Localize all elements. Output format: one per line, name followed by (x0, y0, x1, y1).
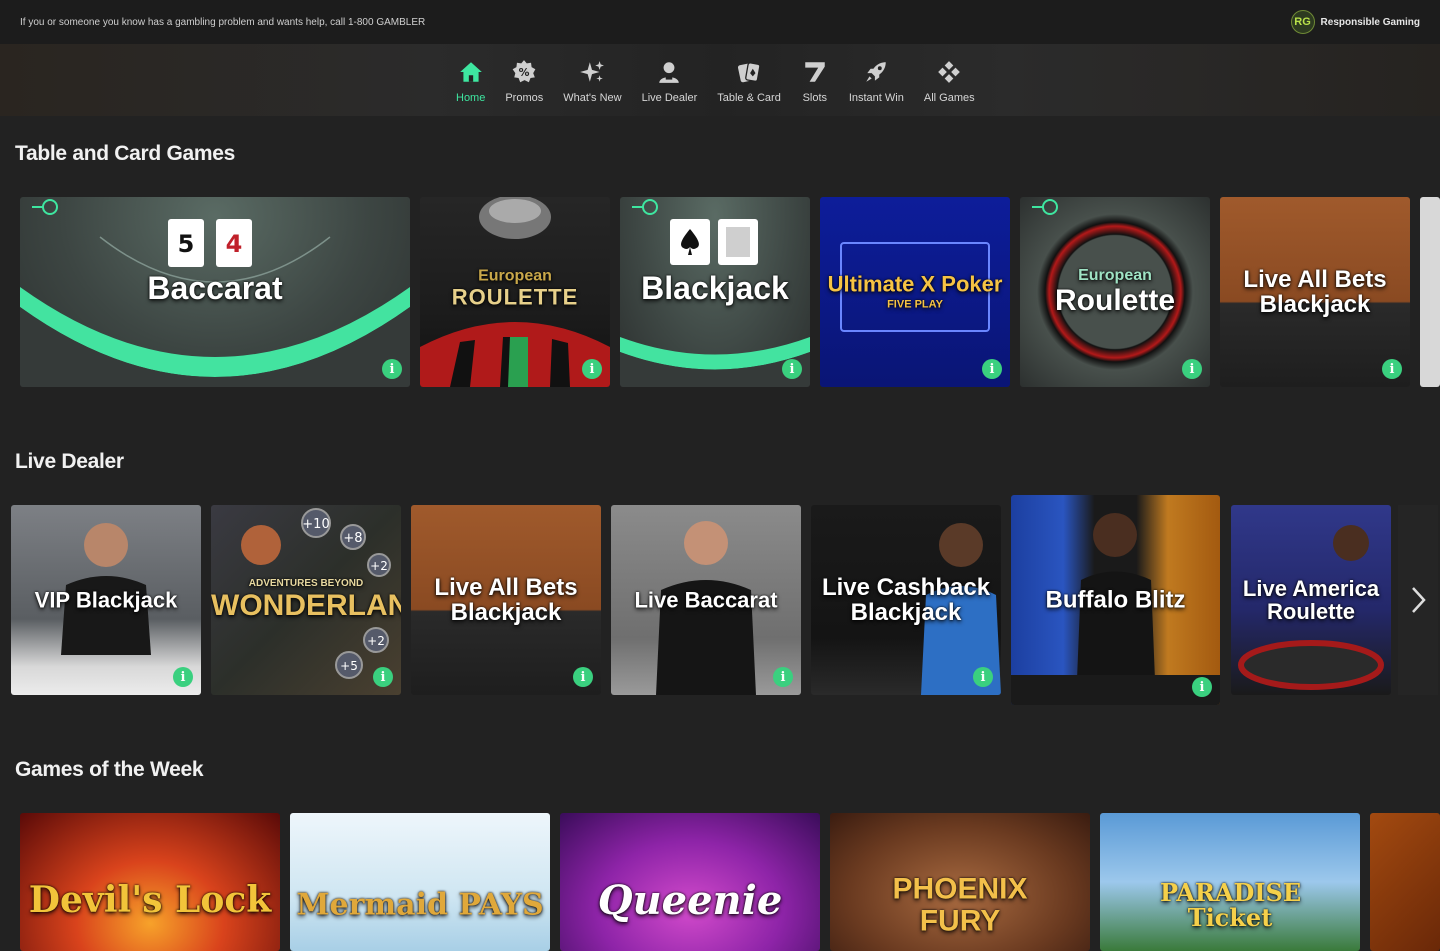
game-tile-partial-2[interactable] (1370, 813, 1440, 951)
info-icon[interactable]: i (173, 667, 193, 687)
category-nav: Home % Promos What's New Live Dealer Tab… (446, 58, 985, 110)
game-title: VIP Blackjack (34, 587, 178, 613)
jackpot-icon (32, 199, 58, 215)
info-icon[interactable]: i (1382, 359, 1402, 379)
game-tile-live-baccarat[interactable]: Live Baccarat i (611, 505, 801, 695)
nav-item-all-games[interactable]: All Games (914, 58, 985, 110)
game-title: Queenie (597, 877, 783, 924)
game-tile-partial[interactable] (1420, 197, 1440, 387)
game-tile-live-america-roulette[interactable]: Live America Roulette (1231, 505, 1391, 695)
nav-item-live-dealer[interactable]: Live Dealer (632, 58, 708, 110)
info-icon[interactable]: i (773, 667, 793, 687)
section-title-live-dealer: Live Dealer (15, 450, 124, 473)
responsible-gaming-label: Responsible Gaming (1320, 16, 1420, 28)
game-tile-live-all-bets-blackjack[interactable]: Live All Bets Blackjack i (1220, 197, 1410, 387)
game-title: Blackjack (641, 270, 789, 307)
game-title: Baccarat (147, 270, 283, 307)
info-icon[interactable]: i (782, 359, 802, 379)
svg-text:4: 4 (226, 230, 243, 258)
svg-text:+2: +2 (370, 559, 388, 573)
section-title-games-of-week: Games of the Week (15, 758, 204, 781)
home-icon (457, 58, 485, 86)
game-tile-queenie[interactable]: Queenie (560, 813, 820, 951)
game-title: Live Cashback Blackjack (821, 573, 991, 626)
nav-item-promos[interactable]: % Promos (495, 58, 553, 110)
game-tile-european-roulette-2[interactable]: European Roulette i (1020, 197, 1210, 387)
game-tile-mermaid-pays[interactable]: Mermaid PAYS (290, 813, 550, 951)
sparkle-icon (578, 58, 606, 86)
game-title: Live Baccarat (634, 587, 778, 613)
carousel-next-button[interactable] (1398, 505, 1438, 695)
game-title: PARADISE Ticket (1160, 877, 1302, 932)
svg-text:+2: +2 (367, 634, 385, 648)
top-bar: If you or someone you know has a gamblin… (0, 0, 1440, 44)
responsible-gaming-link[interactable]: RG Responsible Gaming (1290, 10, 1420, 34)
game-title: Roulette (1055, 283, 1175, 317)
info-icon[interactable]: i (382, 359, 402, 379)
game-tile-wonderland[interactable]: +10 +8 +2 +2 +5 ADVENTURES BEYOND WONDER… (211, 505, 401, 695)
info-icon[interactable]: i (973, 667, 993, 687)
svg-text:%: % (519, 66, 530, 79)
game-title: Live All Bets Blackjack (1243, 265, 1387, 318)
gambling-help-notice: If you or someone you know has a gamblin… (20, 17, 426, 28)
game-tile-phoenix-fury[interactable]: PHOENIX FURY (830, 813, 1090, 951)
game-tile-ultimate-x-poker[interactable]: Ultimate X Poker FIVE PLAY i (820, 197, 1010, 387)
nav-item-instant-win[interactable]: Instant Win (839, 58, 914, 110)
nav-item-slots[interactable]: Slots (791, 58, 839, 110)
game-tile-devils-lock[interactable]: Devil's Lock (20, 813, 280, 951)
seven-icon (801, 58, 829, 86)
svg-text:+5: +5 (340, 659, 358, 673)
info-icon[interactable]: i (1182, 359, 1202, 379)
game-title: Devil's Lock (28, 879, 272, 922)
svg-text:5: 5 (178, 230, 195, 258)
game-title: WONDERLAND (211, 588, 401, 622)
game-tile-vip-blackjack[interactable]: VIP Blackjack i (11, 505, 201, 695)
game-title: PHOENIX FURY (892, 872, 1028, 937)
svg-text:+8: +8 (343, 531, 362, 546)
game-title: Ultimate X Poker (827, 271, 1003, 297)
dealer-icon (655, 58, 683, 86)
info-icon[interactable]: i (573, 667, 593, 687)
game-title: Live America Roulette (1242, 575, 1380, 624)
game-tile-buffalo-blitz[interactable]: Buffalo Blitz i (1011, 495, 1220, 705)
game-title: Live All Bets Blackjack (434, 573, 578, 626)
cards-icon (735, 58, 763, 86)
chevron-right-icon (1412, 587, 1426, 613)
jackpot-icon (1032, 199, 1058, 215)
info-icon[interactable]: i (582, 359, 602, 379)
jackpot-icon (632, 199, 658, 215)
game-tile-baccarat[interactable]: 5 4 Baccarat i (20, 197, 410, 387)
rg-logo-icon: RG (1290, 10, 1315, 34)
info-icon[interactable]: i (373, 667, 393, 687)
rocket-icon (862, 58, 890, 86)
game-tile-live-all-bets-blackjack-2[interactable]: Live All Bets Blackjack i (411, 505, 601, 695)
info-icon[interactable]: i (982, 359, 1002, 379)
svg-text:+10: +10 (302, 517, 329, 532)
percent-icon: % (510, 58, 538, 86)
game-tile-live-cashback-blackjack[interactable]: Live Cashback Blackjack i (811, 505, 1001, 695)
game-tile-paradise-ticket[interactable]: PARADISE Ticket (1100, 813, 1360, 951)
section-title-table-card: Table and Card Games (15, 142, 236, 165)
info-icon[interactable]: i (1192, 677, 1212, 697)
game-title: ROULETTE (451, 284, 579, 310)
game-title: Buffalo Blitz (1045, 586, 1186, 614)
game-subtitle: European (478, 267, 552, 285)
game-subtitle: European (1078, 266, 1152, 284)
nav-item-table-card[interactable]: Table & Card (707, 58, 791, 110)
game-title: Mermaid PAYS (296, 887, 544, 923)
grid-icon (935, 58, 963, 86)
nav-item-home[interactable]: Home (446, 58, 495, 110)
nav-item-whats-new[interactable]: What's New (553, 58, 631, 110)
game-tile-blackjack[interactable]: Blackjack i (620, 197, 810, 387)
game-tile-european-roulette[interactable]: European ROULETTE i (420, 197, 610, 387)
game-subtitle: FIVE PLAY (887, 298, 943, 311)
